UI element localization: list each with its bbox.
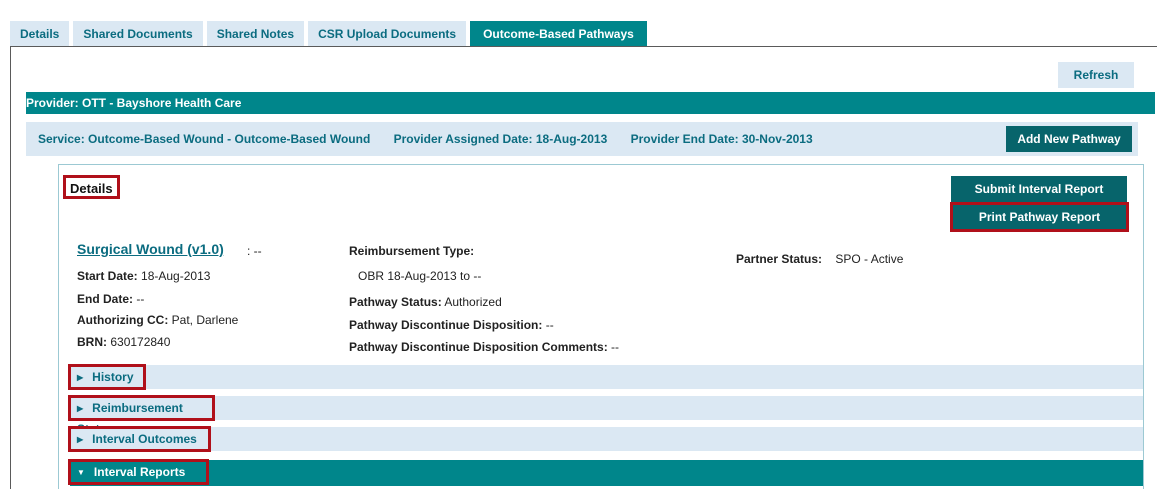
discontinue-disposition-value: --: [545, 318, 554, 332]
discontinue-disposition-label: Pathway Discontinue Disposition:: [349, 318, 543, 332]
interval-outcomes-section-label: Interval Outcomes: [92, 432, 197, 446]
print-pathway-report-button[interactable]: Print Pathway Report: [950, 202, 1129, 232]
history-section-toggle[interactable]: ▶ History: [68, 364, 146, 390]
reimbursement-type-label: Reimbursement Type:: [349, 244, 475, 258]
pathway-status-row: Pathway Status: Authorized: [349, 295, 502, 309]
service-name: Service: Outcome-Based Wound - Outcome-B…: [38, 132, 371, 146]
authorizing-cc-row: Authorizing CC: Pat, Darlene: [77, 313, 238, 327]
caret-right-icon: ▶: [77, 435, 84, 444]
provider-end-date: Provider End Date: 30-Nov-2013: [630, 132, 813, 146]
brn-row: BRN: 630172840: [77, 335, 170, 349]
authorizing-cc-label: Authorizing CC:: [77, 313, 169, 327]
add-new-pathway-button[interactable]: Add New Pathway: [1006, 126, 1132, 152]
end-date-value: --: [136, 292, 145, 306]
tab-bar: Details Shared Documents Shared Notes CS…: [10, 21, 651, 47]
provider-header: Provider: OTT - Bayshore Health Care: [26, 92, 1155, 114]
end-date-row: End Date: --: [77, 292, 144, 306]
caret-right-icon: ▶: [77, 404, 84, 413]
start-date-row: Start Date: 18-Aug-2013: [77, 269, 210, 283]
tab-details[interactable]: Details: [10, 21, 70, 47]
authorizing-cc-value: Pat, Darlene: [171, 313, 239, 327]
history-section-bar: [70, 365, 1143, 389]
discontinue-disposition-row: Pathway Discontinue Disposition: --: [349, 318, 554, 332]
tab-shared-documents[interactable]: Shared Documents: [73, 21, 203, 47]
partner-status-row: Partner Status: SPO - Active: [736, 252, 903, 266]
start-date-value: 18-Aug-2013: [141, 269, 211, 283]
submit-interval-report-button[interactable]: Submit Interval Report: [951, 176, 1127, 202]
history-section-label: History: [92, 370, 134, 384]
partner-status-value: SPO - Active: [835, 252, 904, 266]
caret-right-icon: ▶: [77, 373, 84, 382]
refresh-button[interactable]: Refresh: [1058, 62, 1134, 88]
interval-reports-section-label: Interval Reports: [93, 465, 186, 479]
pathway-name-link[interactable]: Surgical Wound (v1.0): [77, 241, 224, 257]
reimbursement-type-value: OBR 18-Aug-2013 to --: [358, 269, 482, 283]
interval-reports-section-bar: [70, 460, 1143, 486]
provider-assigned-date: Provider Assigned Date: 18-Aug-2013: [393, 132, 608, 146]
partner-status-label: Partner Status:: [736, 252, 823, 266]
tab-shared-notes[interactable]: Shared Notes: [206, 21, 305, 47]
brn-label: BRN:: [77, 335, 107, 349]
caret-down-icon: ▼: [77, 468, 85, 477]
reimbursement-status-section-toggle[interactable]: ▶Reimbursement Status: [68, 395, 215, 436]
pathway-name-suffix: : --: [247, 244, 262, 258]
service-bar: Service: Outcome-Based Wound - Outcome-B…: [26, 122, 1138, 156]
discontinue-comments-row: Pathway Discontinue Disposition Comments…: [349, 340, 619, 354]
brn-value: 630172840: [110, 335, 171, 349]
start-date-label: Start Date:: [77, 269, 138, 283]
discontinue-comments-label: Pathway Discontinue Disposition Comments…: [349, 340, 608, 354]
interval-outcomes-section-toggle[interactable]: ▶ Interval Outcomes: [68, 426, 211, 452]
end-date-label: End Date:: [77, 292, 134, 306]
pathway-status-value: Authorized: [444, 295, 502, 309]
tab-csr-upload-documents[interactable]: CSR Upload Documents: [308, 21, 467, 47]
reimbursement-status-section-bar: [70, 396, 1143, 420]
interval-outcomes-section-bar: [70, 427, 1143, 451]
pathway-status-label: Pathway Status:: [349, 295, 442, 309]
details-heading: Details: [63, 175, 120, 199]
discontinue-comments-value: --: [611, 340, 620, 354]
interval-reports-section-toggle[interactable]: ▼ Interval Reports: [68, 459, 209, 485]
tab-outcome-based-pathways[interactable]: Outcome-Based Pathways: [470, 21, 647, 47]
reimbursement-type-row: Reimbursement Type:: [349, 244, 474, 258]
